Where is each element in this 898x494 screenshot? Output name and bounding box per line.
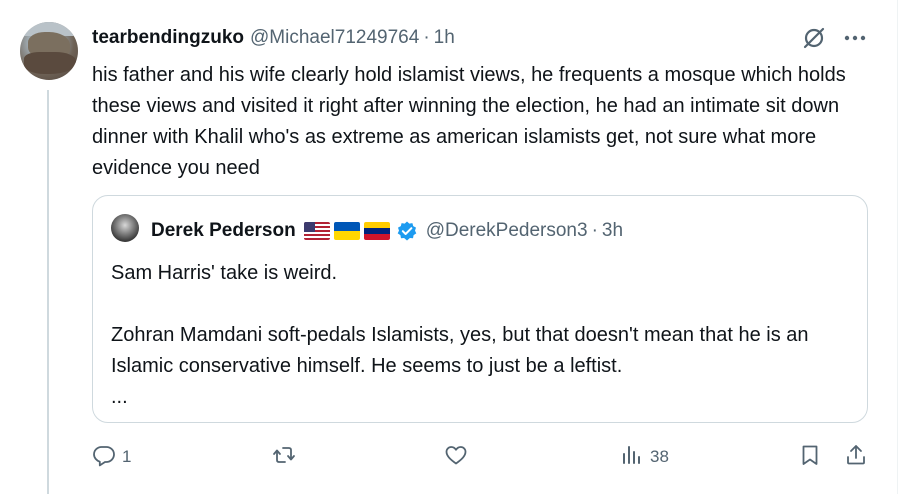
views-button[interactable]: 38 (620, 440, 669, 474)
quoted-tweet-body: Sam Harris' take is weird. Zohran Mamdan… (111, 258, 851, 413)
heart-icon (444, 443, 468, 472)
header-separator: · (423, 27, 430, 48)
quoted-text-line: Sam Harris' take is weird. (111, 262, 338, 284)
reply-icon (92, 443, 116, 472)
quoted-text-truncation: ... (111, 386, 128, 408)
tweet-header: tearbendingzuko @Michael71249764 · 1h (92, 26, 455, 50)
more-options-icon[interactable] (841, 24, 869, 52)
verified-badge-icon (396, 220, 418, 242)
views-count: 38 (650, 447, 669, 466)
retweet-button[interactable] (272, 440, 302, 474)
quoted-header-separator: · (591, 220, 598, 241)
thread-connector-line (47, 90, 49, 494)
tweet-action-bar: 1 38 (92, 440, 872, 474)
reply-count: 1 (122, 447, 132, 466)
tweet-body-text: his father and his wife clearly hold isl… (92, 64, 846, 179)
analytics-bar-icon (620, 443, 644, 472)
bookmark-icon (798, 443, 822, 472)
us-flag-icon (303, 222, 330, 240)
like-button[interactable] (444, 440, 474, 474)
quoted-text-line: Zohran Mamdani soft-pedals Islamists, ye… (111, 324, 809, 377)
reply-button[interactable]: 1 (92, 440, 131, 474)
author-handle[interactable]: @Michael71249764 (250, 27, 419, 49)
share-button[interactable] (844, 440, 868, 474)
quoted-author-avatar (111, 214, 139, 242)
ukraine-flag-icon (333, 222, 360, 240)
quoted-author-handle: @DerekPederson3 (425, 220, 588, 241)
tweet-timestamp[interactable]: 1h (434, 27, 455, 49)
quoted-tweet-timestamp: 3h (601, 220, 624, 241)
quoted-tweet-header: Derek Pederson @DerekPederson3 · 3h (151, 218, 623, 244)
quoted-tweet-card[interactable]: Derek Pederson @DerekPederson3 · 3h Sam … (92, 195, 868, 423)
share-icon (844, 443, 868, 472)
grok-icon[interactable] (800, 24, 828, 52)
venezuela-flag-icon (363, 222, 390, 240)
bookmark-button[interactable] (798, 440, 822, 474)
author-display-name[interactable]: tearbendingzuko (92, 27, 244, 49)
quoted-author-display-name: Derek Pederson (151, 220, 296, 241)
author-avatar[interactable] (20, 22, 78, 80)
retweet-icon (272, 443, 296, 472)
